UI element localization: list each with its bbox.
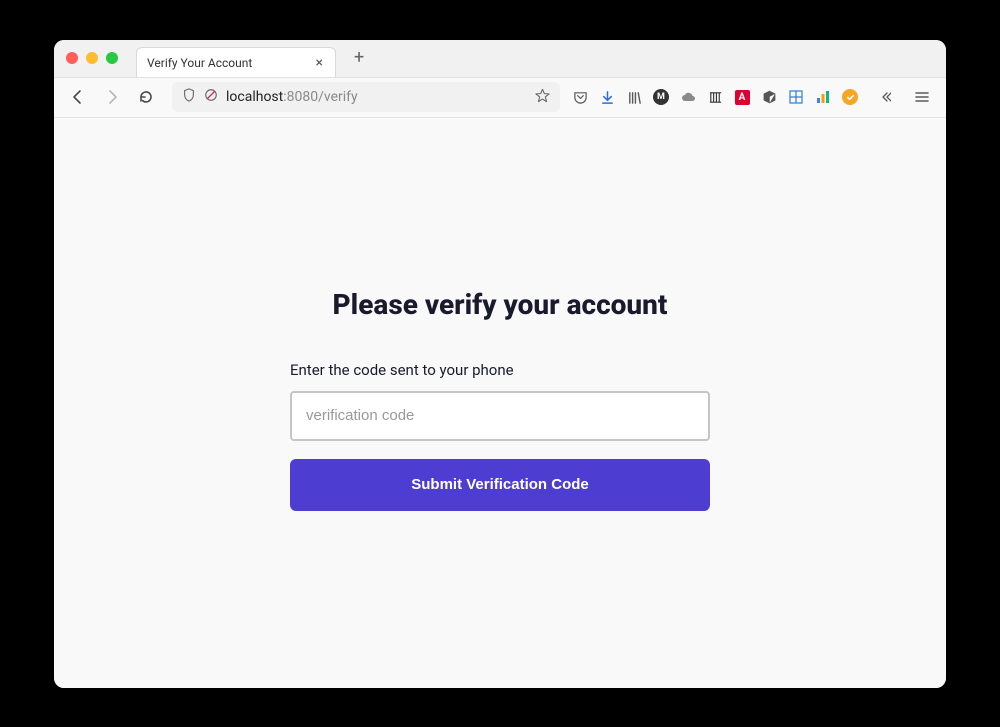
bookmark-star-icon[interactable] — [535, 88, 550, 107]
extension-check-icon[interactable] — [842, 89, 858, 105]
overflow-menu-icon[interactable] — [869, 83, 897, 111]
shield-icon — [182, 88, 196, 106]
page-heading: Please verify your account — [290, 288, 710, 321]
close-tab-icon[interactable]: × — [314, 55, 325, 71]
new-tab-button[interactable]: + — [350, 45, 368, 71]
browser-window: Verify Your Account × + localhost:8080/v… — [54, 40, 946, 688]
browser-tab[interactable]: Verify Your Account × — [136, 47, 336, 77]
pocket-icon[interactable] — [572, 89, 588, 105]
window-controls — [66, 52, 118, 64]
permissions-icon — [204, 88, 218, 106]
download-icon[interactable] — [599, 89, 615, 105]
browser-toolbar: localhost:8080/verify M — [54, 78, 946, 118]
library-icon[interactable] — [626, 89, 642, 105]
reload-button[interactable] — [132, 83, 160, 111]
forward-button[interactable] — [98, 83, 126, 111]
tab-title: Verify Your Account — [147, 56, 314, 70]
extension-icons: M A — [572, 83, 936, 111]
url-text: localhost:8080/verify — [226, 89, 527, 105]
extension-cube-icon[interactable] — [761, 89, 777, 105]
minimize-window-button[interactable] — [86, 52, 98, 64]
maximize-window-button[interactable] — [106, 52, 118, 64]
close-window-button[interactable] — [66, 52, 78, 64]
submit-button[interactable]: Submit Verification Code — [290, 459, 710, 511]
extension-bars-icon[interactable] — [707, 89, 723, 105]
verify-form: Please verify your account Enter the cod… — [290, 288, 710, 511]
extension-chart-icon[interactable] — [815, 89, 831, 105]
back-button[interactable] — [64, 83, 92, 111]
hamburger-menu-icon[interactable] — [908, 83, 936, 111]
extension-angular-icon[interactable]: A — [734, 89, 750, 105]
extension-grid-icon[interactable] — [788, 89, 804, 105]
extension-m-icon[interactable]: M — [653, 89, 669, 105]
field-label: Enter the code sent to your phone — [290, 361, 710, 379]
verification-code-input[interactable] — [290, 391, 710, 441]
page-content: Please verify your account Enter the cod… — [54, 118, 946, 688]
extension-cloud-icon[interactable] — [680, 89, 696, 105]
tab-bar: Verify Your Account × + — [54, 40, 946, 78]
address-bar[interactable]: localhost:8080/verify — [172, 82, 560, 112]
